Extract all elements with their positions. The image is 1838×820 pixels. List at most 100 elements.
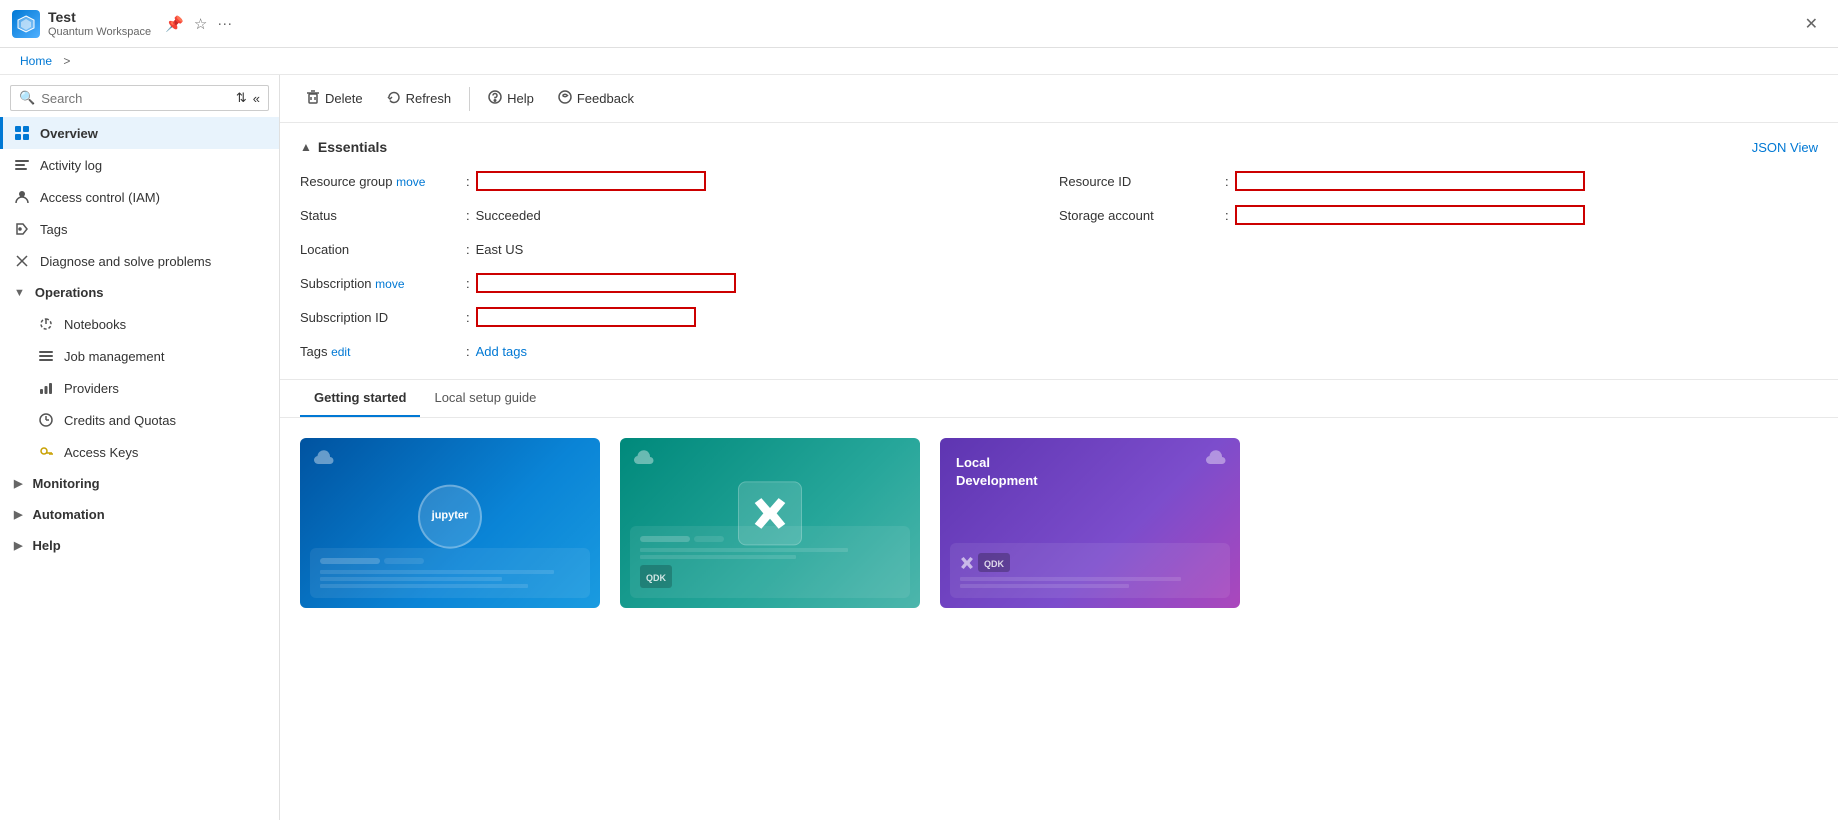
automation-chevron-icon: ▶	[14, 508, 22, 521]
refresh-icon	[387, 90, 401, 107]
subscription-id-value	[476, 307, 696, 327]
sidebar-item-overview[interactable]: Overview	[0, 117, 279, 149]
help-icon	[488, 90, 502, 107]
essentials-header: ▲ Essentials JSON View	[300, 139, 1818, 155]
pin-icon[interactable]: 📌	[165, 15, 184, 33]
sidebar-item-credits-quotas[interactable]: Credits and Quotas	[0, 404, 279, 436]
search-input[interactable]	[41, 91, 230, 106]
breadcrumb-home[interactable]: Home	[20, 54, 52, 68]
sidebar-item-job-management-label: Job management	[64, 349, 164, 364]
app-title: Test Quantum Workspace	[48, 9, 151, 38]
feedback-button[interactable]: Feedback	[548, 85, 644, 112]
vscode-card-content: QDK	[620, 438, 920, 608]
tabs-bar: Getting started Local setup guide	[280, 380, 1838, 418]
sidebar-section-help[interactable]: ▶ Help	[0, 530, 279, 561]
tags-label: Tags edit	[300, 344, 460, 359]
sidebar-item-providers[interactable]: Providers	[0, 372, 279, 404]
sidebar-section-automation-label: Automation	[32, 507, 104, 522]
sidebar-item-access-control-label: Access control (IAM)	[40, 190, 160, 205]
feedback-icon	[558, 90, 572, 107]
json-view-link[interactable]: JSON View	[1752, 140, 1818, 155]
breadcrumb-separator: >	[63, 54, 70, 68]
status-value: Succeeded	[476, 208, 541, 223]
access-keys-icon	[38, 444, 54, 460]
filter-icon[interactable]: ⇅	[236, 90, 247, 106]
refresh-button[interactable]: Refresh	[377, 85, 462, 112]
essentials-section: ▲ Essentials JSON View Resource group mo…	[280, 123, 1838, 380]
tags-row: Tags edit : Add tags	[300, 339, 1059, 363]
storage-account-row: Storage account :	[1059, 203, 1818, 227]
access-control-icon	[14, 189, 30, 205]
sidebar-item-diagnose[interactable]: Diagnose and solve problems	[0, 245, 279, 277]
resource-group-move-link[interactable]: move	[396, 175, 425, 189]
subscription-row: Subscription move :	[300, 271, 1059, 295]
subscription-label: Subscription move	[300, 276, 460, 291]
close-button[interactable]: ✕	[1797, 10, 1826, 38]
more-icon[interactable]: ···	[217, 15, 232, 33]
search-bar: 🔍 ⇅ «	[10, 85, 269, 111]
location-value: East US	[476, 242, 524, 257]
tags-edit-link[interactable]: edit	[331, 345, 350, 359]
sidebar-item-job-management[interactable]: Job management	[0, 340, 279, 372]
essentials-right-col: Resource ID : Storage account :	[1059, 169, 1818, 363]
location-label: Location	[300, 242, 460, 257]
app-subtitle: Quantum Workspace	[48, 26, 151, 38]
sidebar-section-operations[interactable]: ▼ Operations	[0, 277, 279, 308]
sidebar-item-activity-log[interactable]: Activity log	[0, 149, 279, 181]
add-tags-link[interactable]: Add tags	[476, 344, 527, 359]
status-row: Status : Succeeded	[300, 203, 1059, 227]
resource-id-label: Resource ID	[1059, 174, 1219, 189]
top-bar: Test Quantum Workspace 📌 ☆ ··· ✕	[0, 0, 1838, 48]
essentials-title: ▲ Essentials	[300, 139, 387, 155]
resource-group-value	[476, 171, 706, 191]
local-dev-card-content: LocalDevelopment QDK	[940, 438, 1240, 608]
jupyter-card-content: jupyter	[300, 438, 600, 608]
jupyter-card[interactable]: jupyter	[300, 438, 600, 608]
sidebar-item-activity-log-label: Activity log	[40, 158, 102, 173]
resource-id-value	[1235, 171, 1585, 191]
sidebar: 🔍 ⇅ « Overview	[0, 75, 280, 820]
sidebar-item-tags[interactable]: Tags	[0, 213, 279, 245]
sidebar-item-providers-label: Providers	[64, 381, 119, 396]
essentials-title-label: Essentials	[318, 139, 387, 155]
sidebar-section-monitoring[interactable]: ▶ Monitoring	[0, 468, 279, 499]
status-label: Status	[300, 208, 460, 223]
credits-quotas-icon	[38, 412, 54, 428]
subscription-move-link[interactable]: move	[375, 277, 404, 291]
activity-log-icon	[14, 157, 30, 173]
tab-local-setup[interactable]: Local setup guide	[420, 380, 550, 417]
vscode-card[interactable]: QDK	[620, 438, 920, 608]
sidebar-item-notebooks-label: Notebooks	[64, 317, 126, 332]
sidebar-section-automation[interactable]: ▶ Automation	[0, 499, 279, 530]
main-layout: 🔍 ⇅ « Overview	[0, 75, 1838, 820]
sidebar-section-monitoring-label: Monitoring	[32, 476, 99, 491]
storage-account-label: Storage account	[1059, 208, 1219, 223]
toolbar-divider	[469, 87, 470, 111]
monitoring-chevron-icon: ▶	[14, 477, 22, 490]
notebooks-icon	[38, 316, 54, 332]
cards-section: jupyter	[280, 418, 1838, 628]
diagnose-icon	[14, 253, 30, 269]
sidebar-item-diagnose-label: Diagnose and solve problems	[40, 254, 211, 269]
delete-icon	[306, 90, 320, 107]
delete-button[interactable]: Delete	[296, 85, 373, 112]
delete-label: Delete	[325, 91, 363, 106]
sidebar-item-access-keys[interactable]: Access Keys	[0, 436, 279, 468]
overview-icon	[14, 125, 30, 141]
sidebar-item-notebooks[interactable]: Notebooks	[0, 308, 279, 340]
essentials-grid: Resource group move : Status : Succeeded…	[300, 169, 1818, 363]
sidebar-item-access-control[interactable]: Access control (IAM)	[0, 181, 279, 213]
top-bar-actions: 📌 ☆ ···	[165, 15, 232, 33]
collapse-icon[interactable]: «	[253, 91, 260, 106]
refresh-label: Refresh	[406, 91, 452, 106]
help-button[interactable]: Help	[478, 85, 544, 112]
sidebar-item-overview-label: Overview	[40, 126, 98, 141]
subscription-value	[476, 273, 736, 293]
star-icon[interactable]: ☆	[194, 15, 207, 33]
essentials-left-col: Resource group move : Status : Succeeded…	[300, 169, 1059, 363]
tab-getting-started[interactable]: Getting started	[300, 380, 420, 417]
content-area: Delete Refresh	[280, 75, 1838, 820]
essentials-collapse-icon[interactable]: ▲	[300, 140, 312, 154]
location-row: Location : East US	[300, 237, 1059, 261]
local-dev-card[interactable]: LocalDevelopment QDK	[940, 438, 1240, 608]
